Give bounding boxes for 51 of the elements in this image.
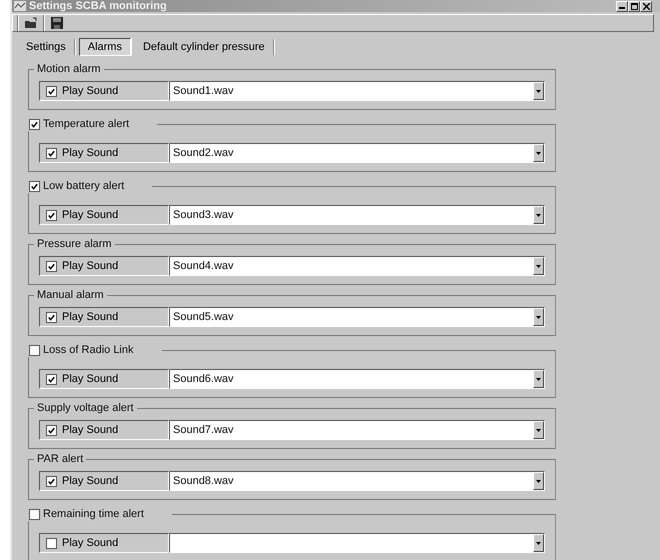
play-sound-checkbox[interactable]: Play Sound bbox=[39, 533, 169, 553]
checkbox[interactable] bbox=[29, 344, 40, 356]
group-title[interactable]: Low battery alert bbox=[43, 180, 124, 192]
checkbox[interactable] bbox=[46, 538, 57, 548]
minimize-button[interactable] bbox=[616, 0, 628, 12]
play-sound-checkbox[interactable]: Play Sound bbox=[39, 205, 169, 225]
group-title: PAR alert bbox=[37, 453, 84, 465]
play-sound-checkbox[interactable]: Play Sound bbox=[39, 420, 169, 440]
group-title[interactable]: Temperature alert bbox=[43, 118, 130, 130]
checkbox[interactable] bbox=[29, 508, 40, 520]
checkbox[interactable] bbox=[46, 476, 57, 486]
save-icon[interactable] bbox=[49, 15, 65, 31]
window-title: Settings SCBA monitoring bbox=[29, 0, 168, 12]
sound-dropdown[interactable]: Sound3.wav bbox=[169, 205, 545, 225]
checkbox[interactable] bbox=[46, 86, 57, 96]
checkbox[interactable] bbox=[46, 424, 57, 436]
maximize-icon bbox=[630, 2, 638, 10]
sound-dropdown[interactable]: Sound2.wav bbox=[169, 143, 545, 163]
play-sound-checkbox[interactable]: Play Sound bbox=[39, 471, 169, 491]
checkbox[interactable] bbox=[29, 118, 40, 130]
play-sound-checkbox[interactable]: Play Sound bbox=[39, 256, 169, 276]
play-sound-checkbox[interactable]: Play Sound bbox=[39, 369, 169, 389]
tab[interactable]: Alarms bbox=[78, 38, 131, 56]
sound-dropdown[interactable]: Sound5.wav bbox=[169, 307, 545, 327]
play-sound-checkbox[interactable]: Play Sound bbox=[39, 81, 169, 101]
sound-dropdown[interactable]: Sound6.wav bbox=[169, 369, 545, 389]
group-title: Supply voltage alert bbox=[37, 402, 134, 414]
sound-dropdown[interactable]: Sound1.wav bbox=[169, 81, 545, 101]
checkbox[interactable] bbox=[46, 374, 57, 384]
checkbox[interactable] bbox=[29, 180, 40, 192]
tab[interactable]: Default cylinder pressure bbox=[134, 39, 274, 55]
group-title: Motion alarm bbox=[37, 63, 101, 75]
sound-dropdown[interactable] bbox=[169, 533, 545, 553]
close-icon bbox=[642, 2, 650, 10]
group-title[interactable]: Loss of Radio Link bbox=[43, 344, 134, 356]
sound-dropdown[interactable]: Sound7.wav bbox=[169, 420, 545, 440]
folder-icon[interactable] bbox=[23, 15, 39, 31]
play-sound-checkbox[interactable]: Play Sound bbox=[39, 143, 169, 163]
checkbox[interactable] bbox=[46, 312, 57, 322]
group-title: Manual alarm bbox=[37, 289, 104, 301]
tab[interactable]: Settings bbox=[18, 39, 75, 55]
sound-dropdown[interactable]: Sound8.wav bbox=[169, 471, 545, 491]
maximize-button[interactable] bbox=[628, 0, 640, 12]
sound-dropdown[interactable]: Sound4.wav bbox=[169, 256, 545, 276]
close-button[interactable] bbox=[640, 0, 652, 12]
checkbox[interactable] bbox=[46, 260, 57, 272]
checkbox[interactable] bbox=[46, 148, 57, 158]
checkbox[interactable] bbox=[46, 210, 57, 220]
group-title[interactable]: Remaining time alert bbox=[43, 508, 144, 520]
group-title: Pressure alarm bbox=[37, 238, 112, 250]
play-sound-checkbox[interactable]: Play Sound bbox=[39, 307, 169, 327]
